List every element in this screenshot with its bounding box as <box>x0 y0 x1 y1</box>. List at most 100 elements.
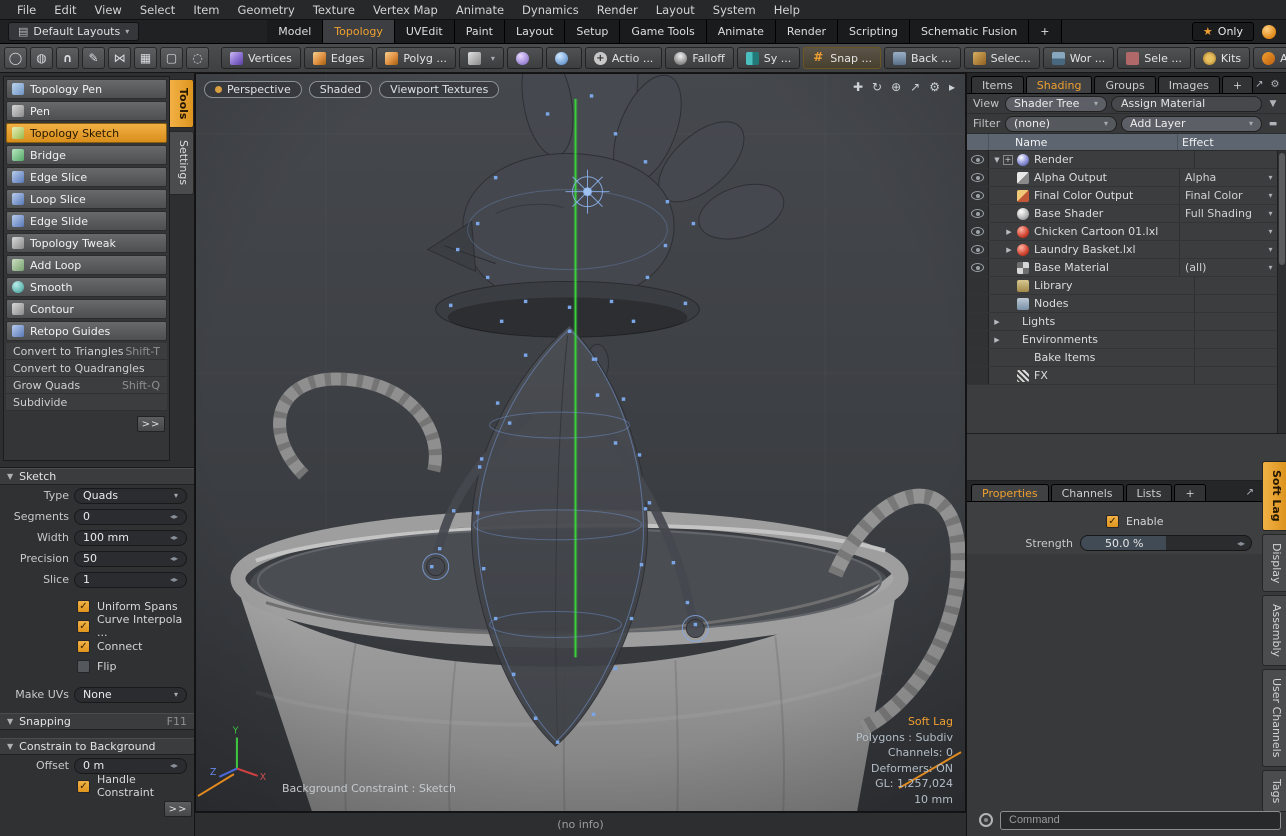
expand-arrow-icon[interactable] <box>991 318 1003 326</box>
shader-tree-row[interactable]: + Bake Items ▾ <box>967 349 1278 367</box>
tool-item[interactable]: Edge Slice <box>6 167 167 187</box>
ellipse-select-icon[interactable] <box>4 47 27 69</box>
handle-constraint-checkbox[interactable]: ✓ <box>77 780 90 793</box>
field-input[interactable]: 1 ◂▸ ▾ <box>74 572 187 588</box>
more-options-button[interactable]: >> <box>164 801 192 817</box>
strength-slider[interactable]: 50.0 % ◂▸ <box>1080 535 1252 551</box>
viewport-textures-button[interactable]: Viewport Textures <box>379 81 499 98</box>
command-item[interactable]: Subdivide <box>6 394 167 411</box>
viewport-menu-icon[interactable]: ▸ <box>949 80 955 94</box>
panel-tab[interactable]: Images <box>1158 76 1220 93</box>
layout-tab[interactable]: Paint <box>455 20 505 43</box>
form-vertical-tab[interactable]: Display <box>1262 534 1286 593</box>
menu-item[interactable]: Select <box>131 1 184 19</box>
orbit-icon[interactable]: ↻ <box>872 80 882 94</box>
tool-item[interactable]: Loop Slice <box>6 189 167 209</box>
command-item[interactable]: Convert to Quadrangles <box>6 360 167 377</box>
tool-item[interactable]: Add Loop <box>6 255 167 275</box>
assign-material-button[interactable]: Assign Material <box>1111 96 1262 112</box>
tool-item[interactable]: Pen <box>6 101 167 121</box>
toolbar-button[interactable]: ▾ <box>507 47 543 69</box>
menu-item[interactable]: Help <box>765 1 809 19</box>
eye-icon[interactable] <box>971 209 984 218</box>
tree-item-effect[interactable]: Full Shading <box>1179 205 1263 222</box>
remove-layer-icon[interactable]: ▬ <box>1266 119 1280 129</box>
constrain-section-header[interactable]: ▼ Constrain to Background <box>0 738 194 755</box>
filter-select[interactable]: (none) ▾ <box>1005 116 1117 132</box>
add-layer-select[interactable]: Add Layer ▾ <box>1121 116 1262 132</box>
expand-icon[interactable]: ↗ <box>1246 487 1254 498</box>
toolbar-button[interactable]: Kits <box>1194 47 1250 69</box>
shader-tree-row[interactable]: + Environments ▾ <box>967 331 1278 349</box>
panel-tab[interactable]: Shading <box>1026 76 1093 93</box>
snapping-section-header[interactable]: ▼ Snapping F11 <box>0 713 194 730</box>
sketch-section-header[interactable]: ▼ Sketch <box>0 468 194 485</box>
panel-tab[interactable]: Items <box>971 76 1024 93</box>
checkbox[interactable]: ✓ <box>77 620 90 633</box>
menu-item[interactable]: Edit <box>45 1 85 19</box>
mirror-icon[interactable] <box>108 47 131 69</box>
shader-tree-row[interactable]: + Final Color Output Final Color ▾ <box>967 187 1278 205</box>
globe-icon[interactable] <box>30 47 53 69</box>
shader-tree-row[interactable]: + Library ▾ <box>967 277 1278 295</box>
layout-tab[interactable]: UVEdit <box>395 20 455 43</box>
toolbar-button[interactable]: Sele ... ▾ <box>1117 47 1191 69</box>
tool-item[interactable]: Edge Slide <box>6 211 167 231</box>
shader-tree-row[interactable]: + Base Shader Full Shading ▾ <box>967 205 1278 223</box>
pan-icon[interactable]: ✚ <box>853 80 863 94</box>
status-indicator-icon[interactable] <box>1262 25 1276 39</box>
toolbar-button[interactable]: Afx IO <box>1253 47 1286 69</box>
make-uvs-dropdown[interactable]: None ▾ <box>74 687 187 703</box>
layout-tab[interactable]: Layout <box>505 20 565 43</box>
pen-icon[interactable] <box>82 47 105 69</box>
shader-tree-row[interactable]: + Lights ▾ <box>967 313 1278 331</box>
name-column-header[interactable]: Name <box>989 136 1177 149</box>
command-item[interactable]: Convert to Triangles Shift-T <box>6 343 167 360</box>
expand-arrow-icon[interactable] <box>1003 246 1015 254</box>
menu-item[interactable]: Animate <box>447 1 513 19</box>
tree-scrollbar[interactable] <box>1277 151 1286 433</box>
tree-item-effect[interactable] <box>1194 151 1278 168</box>
tool-item[interactable]: Smooth <box>6 277 167 297</box>
offset-input[interactable]: 0 m ◂▸ <box>74 758 187 774</box>
expand-arrow-icon[interactable] <box>1003 228 1015 236</box>
panel-vertical-tab[interactable]: Tools <box>170 79 194 128</box>
more-tools-button[interactable]: >> <box>137 416 165 432</box>
layout-tab[interactable]: Topology <box>323 20 395 43</box>
command-input[interactable] <box>1000 811 1281 830</box>
only-filter-button[interactable]: ★ Only <box>1192 22 1254 41</box>
toolbar-button[interactable]: Edges ▾ <box>304 47 373 69</box>
menu-item[interactable]: View <box>86 1 131 19</box>
gear-icon[interactable]: ⚙ <box>1271 79 1280 90</box>
eye-icon[interactable] <box>971 155 984 164</box>
panel-vertical-tab[interactable]: Settings <box>170 131 194 194</box>
marquee-icon[interactable] <box>160 47 183 69</box>
shader-tree-row[interactable]: + Laundry Basket.lxl ▾ <box>967 241 1278 259</box>
checkbox[interactable]: ✓ <box>77 640 90 653</box>
menu-item[interactable]: Render <box>588 1 647 19</box>
layout-preset-button[interactable]: ▤ Default Layouts ▾ <box>8 22 139 41</box>
toolbar-button[interactable]: Actio ... ▾ <box>585 47 662 69</box>
shader-tree-view-select[interactable]: Shader Tree ▾ <box>1005 96 1107 112</box>
tree-item-effect[interactable] <box>1194 313 1278 330</box>
shader-tree-row[interactable]: + Render ▾ <box>967 151 1278 169</box>
toolbar-button[interactable]: Falloff ▾ <box>665 47 733 69</box>
toolbar-button[interactable]: Wor ... ▾ <box>1043 47 1114 69</box>
magnet-icon[interactable] <box>56 47 79 69</box>
panel-tab[interactable]: + <box>1222 76 1253 93</box>
tool-item[interactable]: Topology Sketch <box>6 123 167 143</box>
scrollbar-thumb[interactable] <box>1279 153 1285 265</box>
shading-mode-dropdown[interactable]: Shaded <box>309 81 372 98</box>
tree-item-effect[interactable]: (all) <box>1179 259 1263 276</box>
menu-item[interactable]: Layout <box>647 1 704 19</box>
panel-tab[interactable]: + <box>1174 484 1205 501</box>
toolbar-button[interactable]: Polyg ... ▾ <box>376 47 456 69</box>
tree-item-effect[interactable] <box>1179 223 1263 240</box>
layout-tab[interactable]: Model <box>267 20 323 43</box>
eye-icon[interactable] <box>971 191 984 200</box>
field-input[interactable]: 50 ◂▸ ▾ <box>74 551 187 567</box>
enable-checkbox[interactable]: ✓ <box>1106 515 1119 528</box>
viewport-settings-gear-icon[interactable]: ⚙ <box>929 80 940 94</box>
grid-icon[interactable] <box>134 47 157 69</box>
tree-item-effect[interactable]: Final Color <box>1179 187 1263 204</box>
